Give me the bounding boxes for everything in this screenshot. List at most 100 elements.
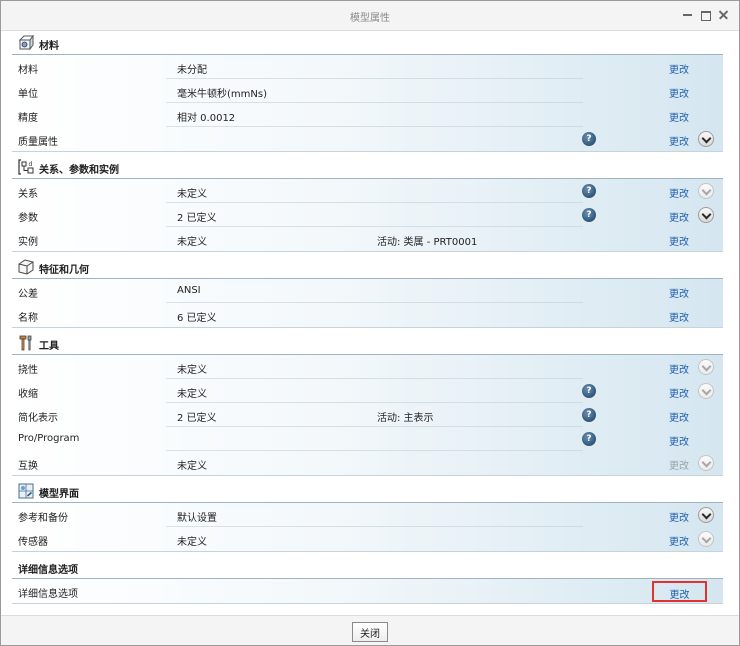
section-rows: 参考和备份 默认设置 更改 传感器 未定义 更改 — [12, 503, 723, 552]
property-row: 简化表示 2 已定义 活动: 主表示? 更改 — [12, 403, 723, 427]
window-controls — [682, 9, 729, 21]
material-icon — [18, 34, 34, 51]
property-value: 默认设置 — [177, 513, 217, 524]
edit-link: 更改 — [669, 461, 689, 472]
property-row: 质量属性? 更改 — [12, 127, 723, 151]
edit-link[interactable]: 更改 — [662, 233, 696, 248]
property-label: 收缩 — [18, 389, 38, 400]
section-title: 模型界面 — [39, 489, 79, 500]
property-label: 挠性 — [18, 365, 38, 376]
window-title: 模型属性 — [350, 13, 390, 24]
property-label: 精度 — [18, 113, 38, 124]
edit-link[interactable]: 更改 — [662, 209, 696, 224]
property-active-value: 活动: 主表示 — [377, 413, 434, 424]
property-row: 公差 ANSI 更改 — [12, 279, 723, 303]
property-label: 详细信息选项 — [18, 589, 78, 600]
edit-link[interactable]: 更改 — [652, 581, 707, 602]
section-header: 工具 — [12, 331, 723, 355]
property-label: Pro/Program — [18, 433, 80, 444]
model-interface-icon — [18, 483, 34, 499]
edit-link[interactable]: 更改 — [662, 109, 696, 124]
property-label: 互换 — [18, 461, 38, 472]
property-label: 简化表示 — [18, 413, 58, 424]
close-icon[interactable] — [718, 9, 729, 20]
property-value: 未分配 — [177, 65, 207, 76]
property-label: 材料 — [18, 65, 38, 76]
relations-icon: d — [18, 159, 34, 175]
minimize-icon[interactable] — [682, 9, 693, 20]
section-title: 材料 — [39, 41, 59, 52]
edit-link[interactable]: 更改 — [662, 85, 696, 100]
property-value: 未定义 — [177, 189, 207, 200]
tools-icon — [18, 335, 34, 351]
edit-link[interactable]: 更改 — [662, 409, 696, 424]
chevron-down-icon — [698, 383, 714, 399]
property-row: 互换 未定义 更改 — [12, 451, 723, 475]
property-value: 未定义 — [177, 237, 207, 248]
chevron-down-icon — [698, 531, 714, 547]
edit-link[interactable]: 更改 — [662, 309, 696, 324]
edit-link[interactable]: 更改 — [662, 285, 696, 300]
property-label: 公差 — [18, 289, 38, 300]
property-row: 名称 6 已定义 更改 — [12, 303, 723, 327]
help-icon[interactable]: ? — [582, 432, 596, 446]
close-button[interactable]: 关闭 — [352, 622, 388, 642]
property-label: 参数 — [18, 213, 38, 224]
property-row: 材料 未分配 更改 — [12, 55, 723, 79]
edit-link[interactable]: 更改 — [662, 185, 696, 200]
property-value: 未定义 — [177, 365, 207, 376]
property-row: 关系 未定义? 更改 — [12, 179, 723, 203]
edit-link[interactable]: 更改 — [662, 509, 696, 524]
help-icon[interactable]: ? — [582, 408, 596, 422]
help-icon[interactable]: ? — [582, 132, 596, 146]
property-label: 参考和备份 — [18, 513, 68, 524]
section-title: 关系、参数和实例 — [39, 165, 119, 176]
property-label: 关系 — [18, 189, 38, 200]
properties-content: 材料 材料 未分配 更改 单位 毫米牛顿秒(mmNs) 更改 精度 相对 0.0012 更改 质量属… — [12, 31, 723, 607]
title-bar: 模型属性 — [1, 1, 739, 31]
property-row: 传感器 未定义 更改 — [12, 527, 723, 551]
edit-link[interactable]: 更改 — [662, 533, 696, 548]
chevron-down-icon[interactable] — [698, 507, 714, 523]
property-label: 传感器 — [18, 537, 48, 548]
property-value: 6 已定义 — [177, 313, 217, 324]
help-icon[interactable]: ? — [582, 384, 596, 398]
chevron-down-icon[interactable] — [698, 131, 714, 147]
section-header: 详细信息选项 — [12, 555, 723, 579]
property-row: 精度 相对 0.0012 更改 — [12, 103, 723, 127]
property-row: 收缩 未定义? 更改 — [12, 379, 723, 403]
help-icon[interactable]: ? — [582, 184, 596, 198]
property-row: 单位 毫米牛顿秒(mmNs) 更改 — [12, 79, 723, 103]
chevron-down-icon — [698, 183, 714, 199]
property-value: 未定义 — [177, 461, 207, 472]
dialog-footer: 关闭 — [1, 615, 739, 645]
edit-link[interactable]: 更改 — [662, 61, 696, 76]
section-title: 工具 — [39, 341, 59, 352]
edit-link[interactable]: 更改 — [662, 385, 696, 400]
property-row: 实例 未定义 活动: 类属 - PRT0001 更改 — [12, 227, 723, 251]
maximize-icon[interactable] — [700, 9, 711, 21]
section-title: 特征和几何 — [39, 265, 89, 276]
model-properties-dialog: 模型属性 材料 材料 未分配 更改 单位 毫米牛顿秒(mmNs) 更改 精度 相对 0.0012… — [0, 0, 740, 646]
edit-link[interactable]: 更改 — [662, 433, 696, 448]
property-label: 单位 — [18, 89, 38, 100]
property-value: 2 已定义 — [177, 213, 217, 224]
chevron-down-icon — [698, 455, 714, 471]
chevron-down-icon[interactable] — [698, 207, 714, 223]
edit-link[interactable]: 更改 — [662, 133, 696, 148]
property-label: 质量属性 — [18, 137, 58, 148]
edit-link[interactable]: 更改 — [662, 361, 696, 376]
features-icon — [18, 259, 34, 275]
svg-text:d: d — [29, 161, 33, 168]
property-row: 参数 2 已定义? 更改 — [12, 203, 723, 227]
section-rows: 关系 未定义? 更改 参数 2 已定义? 更改 实例 未定义 活动: 类属 - PRT0001 更… — [12, 179, 723, 252]
section-header: 模型界面 — [12, 479, 723, 503]
property-label: 实例 — [18, 237, 38, 248]
section-rows: 挠性 未定义 更改 收缩 未定义? 更改 简化表示 2 已定义 活动: 主表示? 更改 Pro/Pr… — [12, 355, 723, 476]
property-row: 详细信息选项 更改 — [12, 579, 723, 603]
property-row: 参考和备份 默认设置 更改 — [12, 503, 723, 527]
section-header: 材料 — [12, 31, 723, 55]
section-rows: 公差 ANSI 更改 名称 6 已定义 更改 — [12, 279, 723, 328]
help-icon[interactable]: ? — [582, 208, 596, 222]
property-active-value: 活动: 类属 - PRT0001 — [377, 237, 478, 248]
